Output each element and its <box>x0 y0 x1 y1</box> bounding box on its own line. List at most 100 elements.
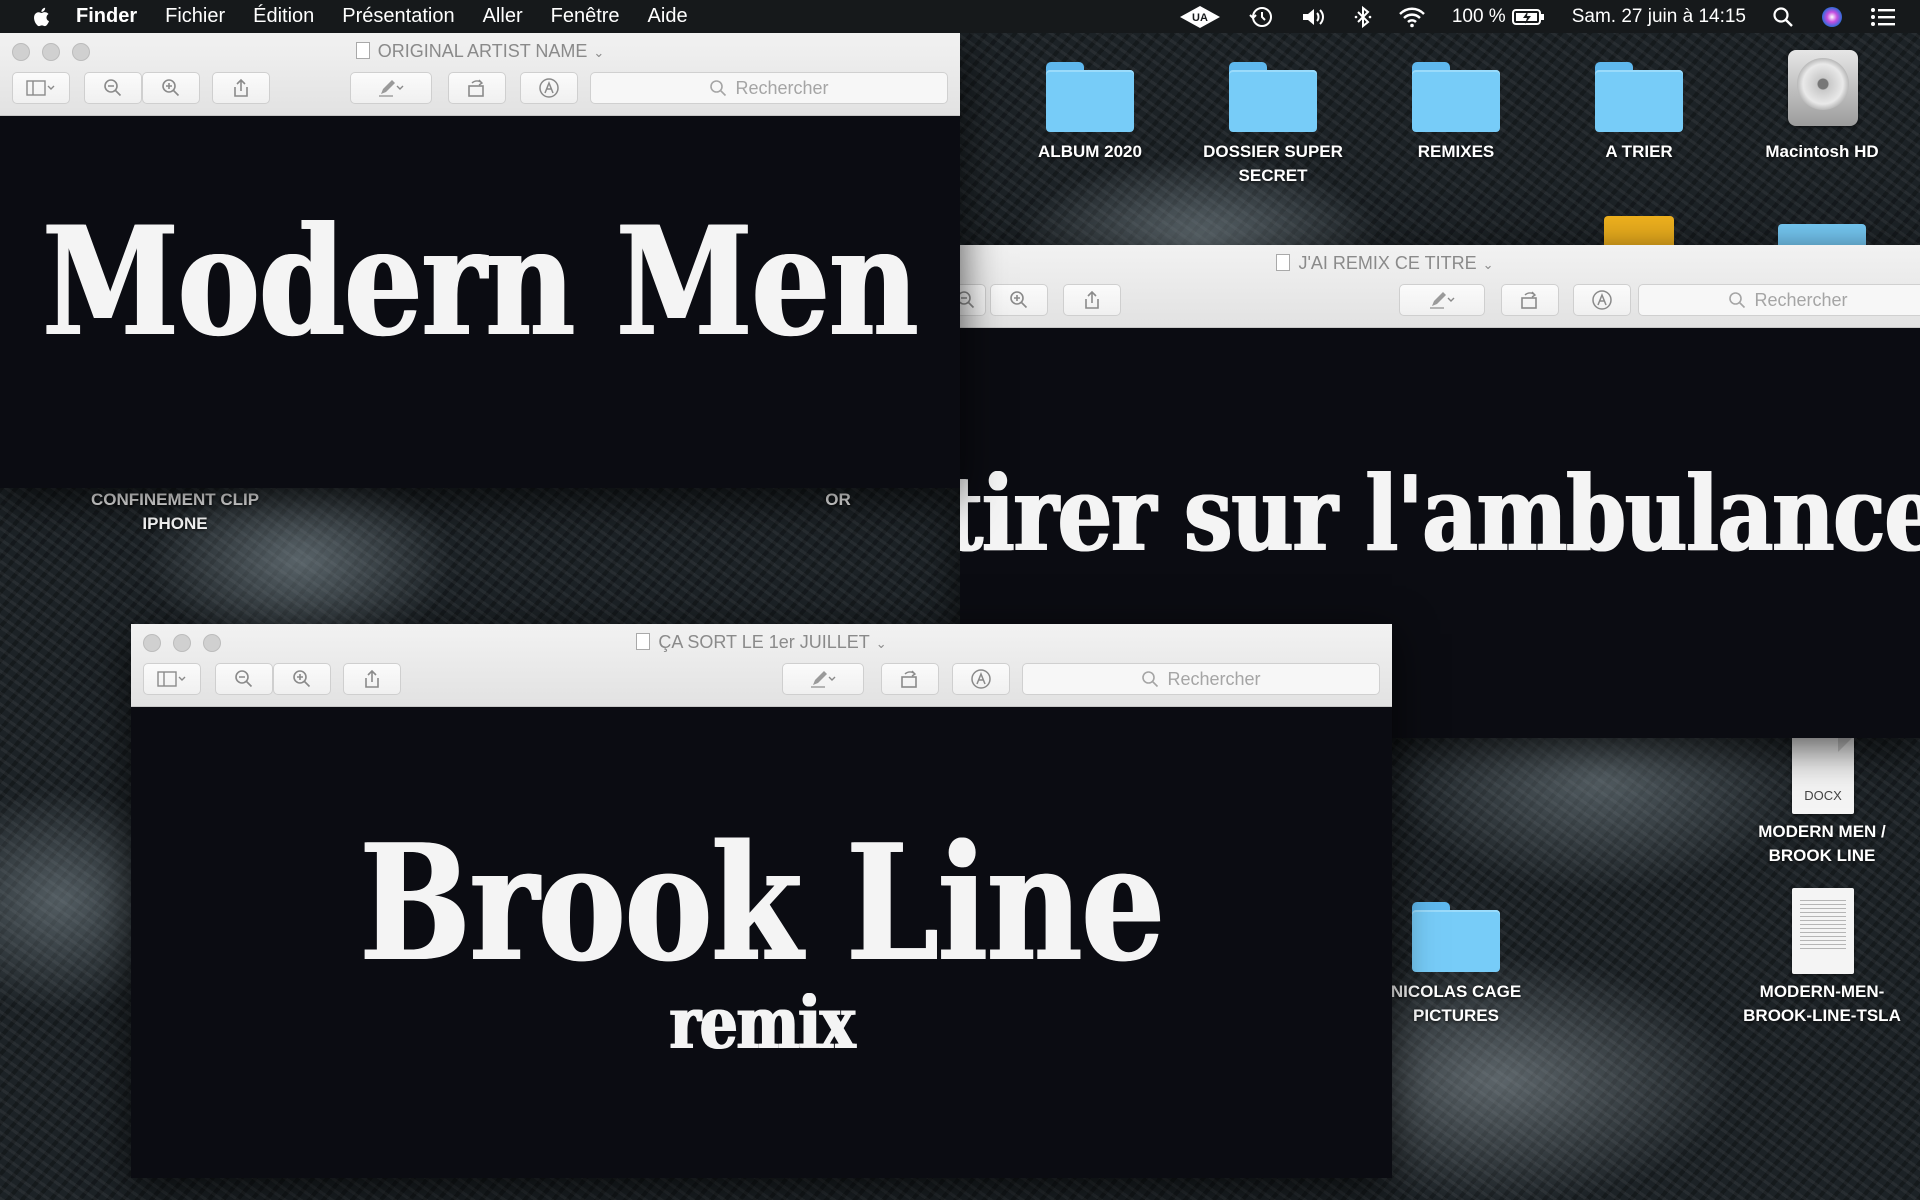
clock[interactable]: Sam. 27 juin à 14:15 <box>1572 6 1746 28</box>
desktop-folder-a-trier[interactable]: A TRIER <box>1554 56 1724 164</box>
rotate-button[interactable] <box>448 72 506 104</box>
document-subtext: remix <box>669 979 854 1065</box>
search-icon <box>1142 671 1159 688</box>
search-field[interactable]: Rechercher <box>1022 663 1380 695</box>
document-text: Modern Men <box>42 194 918 370</box>
folder-icon[interactable] <box>1778 224 1866 246</box>
desktop-icon-label: OR <box>825 490 851 509</box>
spotlight-search-icon[interactable] <box>1772 6 1794 28</box>
desktop-icon-label: A TRIER <box>1605 142 1673 161</box>
folder-icon <box>1044 56 1136 134</box>
desktop-icon-label: MODERN-MEN-BROOK-LINE-TSLA <box>1743 982 1901 1025</box>
time-machine-icon[interactable] <box>1248 5 1274 29</box>
zoom-out-button[interactable] <box>960 284 986 316</box>
desktop-icon-label: Macintosh HD <box>1765 142 1879 161</box>
volume-icon[interactable] <box>1300 5 1328 29</box>
document-icon <box>636 633 651 650</box>
search-placeholder: Rechercher <box>735 77 829 98</box>
menu-aide[interactable]: Aide <box>648 5 688 28</box>
document-icon <box>355 42 370 59</box>
preview-window-original-artist[interactable]: ORIGINAL ARTIST NAME ⌄ Rechercher Modern … <box>0 33 960 488</box>
hard-disk-icon <box>1776 46 1868 134</box>
yellow-folder-icon[interactable] <box>1604 216 1674 246</box>
search-placeholder: Rechercher <box>1754 289 1848 310</box>
battery-status[interactable]: 100 % <box>1452 6 1546 28</box>
menu-aller[interactable]: Aller <box>483 5 523 28</box>
battery-charging-icon <box>1511 8 1544 25</box>
markup-button[interactable] <box>350 72 432 104</box>
menu-edition[interactable]: Édition <box>253 5 314 28</box>
rotate-button[interactable] <box>881 663 939 695</box>
desktop-icon-label: CONFINEMENT CLIP IPHONE <box>90 490 260 533</box>
window-title[interactable]: ÇA SORT LE 1er JUILLET ⌄ <box>131 632 1392 653</box>
desktop-file-modern-men-brook-line-tsla[interactable]: MODERN-MEN-BROOK-LINE-TSLA <box>1737 888 1907 1028</box>
desktop-folder-or[interactable]: OR <box>778 488 898 512</box>
markup-button[interactable] <box>782 663 864 695</box>
share-button[interactable] <box>212 72 270 104</box>
folder-icon <box>1410 896 1502 974</box>
svg-text:UA: UA <box>1192 12 1208 24</box>
desktop-icon-label: NICOLAS CAGE PICTURES <box>1390 982 1522 1025</box>
zoom-out-button[interactable] <box>215 663 273 695</box>
menu-fenetre[interactable]: Fenêtre <box>551 5 620 28</box>
rotate-button[interactable] <box>1501 284 1559 316</box>
desktop-folder-nicolas-cage-pictures[interactable]: NICOLAS CAGE PICTURES <box>1371 896 1541 1028</box>
search-icon <box>710 80 727 97</box>
desktop-disk-macintosh-hd[interactable]: Macintosh HD <box>1737 46 1907 164</box>
markup-button[interactable] <box>1399 284 1485 316</box>
window-titlebar[interactable]: J'AI REMIX CE TITRE ⌄ Rechercher <box>960 245 1920 328</box>
menu-fichier[interactable]: Fichier <box>165 5 225 28</box>
share-button[interactable] <box>343 663 401 695</box>
uad-icon[interactable]: UA <box>1178 5 1222 29</box>
folder-icon <box>1410 56 1502 134</box>
wifi-icon[interactable] <box>1398 5 1426 29</box>
desktop-folder-remixes[interactable]: REMIXES <box>1371 56 1541 164</box>
search-field[interactable]: Rechercher <box>1638 284 1920 316</box>
window-titlebar[interactable]: ORIGINAL ARTIST NAME ⌄ Rechercher <box>0 33 960 116</box>
zoom-out-button[interactable] <box>84 72 142 104</box>
folder-icon <box>1593 56 1685 134</box>
desktop-folder-dossier-super-secret[interactable]: DOSSIER SUPER SECRET <box>1188 56 1358 188</box>
folder-icon <box>1227 56 1319 134</box>
window-titlebar[interactable]: ÇA SORT LE 1er JUILLET ⌄ Rechercher <box>131 624 1392 707</box>
annotate-button[interactable] <box>1573 284 1631 316</box>
search-icon <box>1729 292 1746 309</box>
menu-presentation[interactable]: Présentation <box>342 5 454 28</box>
zoom-in-button[interactable] <box>273 663 331 695</box>
chevron-down-icon: ⌄ <box>593 45 605 60</box>
bluetooth-icon[interactable] <box>1354 5 1372 29</box>
desktop-folder-confinement-clip-iphone[interactable]: CONFINEMENT CLIP IPHONE <box>90 488 260 536</box>
share-button[interactable] <box>1063 284 1121 316</box>
desktop-icon-label: MODERN MEN / BROOK LINE <box>1758 822 1886 865</box>
sidebar-toggle-button[interactable] <box>12 72 70 104</box>
zoom-in-button[interactable] <box>990 284 1048 316</box>
zoom-in-button[interactable] <box>142 72 200 104</box>
annotate-button[interactable] <box>952 663 1010 695</box>
document-icon <box>1776 888 1868 974</box>
chevron-down-icon: ⌄ <box>875 636 887 651</box>
document-content: Modern Men <box>0 116 960 488</box>
desktop-file-modern-men-brook-line[interactable]: DOCX MODERN MEN / BROOK LINE <box>1737 736 1907 868</box>
window-title[interactable]: J'AI REMIX CE TITRE ⌄ <box>960 253 1865 274</box>
document-content: Brook Line remix <box>131 707 1392 1178</box>
sidebar-toggle-button[interactable] <box>143 663 201 695</box>
window-title[interactable]: ORIGINAL ARTIST NAME ⌄ <box>0 41 960 62</box>
search-placeholder: Rechercher <box>1167 668 1261 689</box>
chevron-down-icon: ⌄ <box>1482 257 1494 272</box>
preview-window-release-date[interactable]: ÇA SORT LE 1er JUILLET ⌄ Rechercher Brook… <box>131 624 1392 1178</box>
menu-app-finder[interactable]: Finder <box>76 5 137 28</box>
annotate-button[interactable] <box>520 72 578 104</box>
apple-menu-icon[interactable] <box>30 5 54 29</box>
document-icon <box>1276 254 1291 271</box>
desktop-icon-label: ALBUM 2020 <box>1038 142 1142 161</box>
siri-icon[interactable] <box>1820 5 1844 29</box>
document-text: tirer sur l'ambulance <box>960 451 1920 575</box>
desktop-icon-label: REMIXES <box>1417 142 1495 161</box>
menu-bar: Finder Fichier Édition Présentation Alle… <box>0 0 1920 33</box>
desktop-icon-label: DOSSIER SUPER SECRET <box>1203 142 1343 185</box>
document-text: Brook Line <box>359 808 1164 997</box>
battery-percentage: 100 % <box>1451 5 1506 27</box>
search-field[interactable]: Rechercher <box>590 72 948 104</box>
desktop-folder-album-2020[interactable]: ALBUM 2020 <box>1005 56 1175 164</box>
notification-center-icon[interactable] <box>1870 6 1896 28</box>
